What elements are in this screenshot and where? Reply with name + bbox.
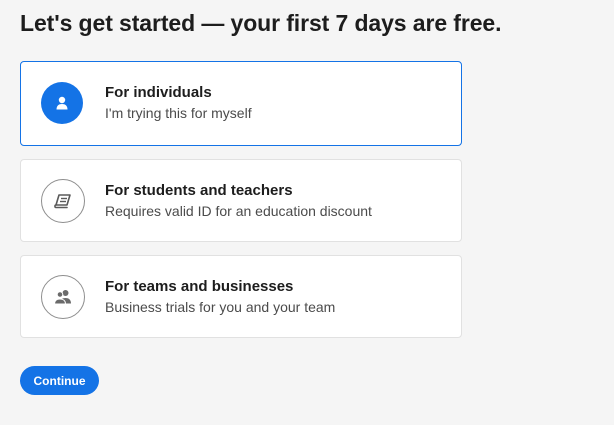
option-description: Business trials for you and your team — [105, 299, 336, 315]
book-icon — [41, 179, 85, 223]
plan-options-list: For individuals I'm trying this for myse… — [20, 61, 462, 351]
option-title: For teams and businesses — [105, 278, 294, 295]
option-description: Requires valid ID for an education disco… — [105, 203, 372, 219]
option-card-students-teachers[interactable]: For students and teachers Requires valid… — [20, 159, 462, 242]
option-text: For teams and businesses Business trials… — [105, 277, 335, 317]
option-card-teams-businesses[interactable]: For teams and businesses Business trials… — [20, 255, 462, 338]
option-text: For individuals I'm trying this for myse… — [105, 83, 252, 123]
person-icon — [41, 82, 83, 124]
team-icon — [41, 275, 85, 319]
option-title: For individuals — [105, 84, 212, 101]
page-title: Let's get started — your first 7 days ar… — [20, 10, 502, 36]
option-title: For students and teachers — [105, 182, 293, 199]
option-description: I'm trying this for myself — [105, 105, 252, 121]
continue-button[interactable]: Continue — [20, 366, 99, 395]
option-text: For students and teachers Requires valid… — [105, 181, 372, 221]
option-card-individuals[interactable]: For individuals I'm trying this for myse… — [20, 61, 462, 146]
